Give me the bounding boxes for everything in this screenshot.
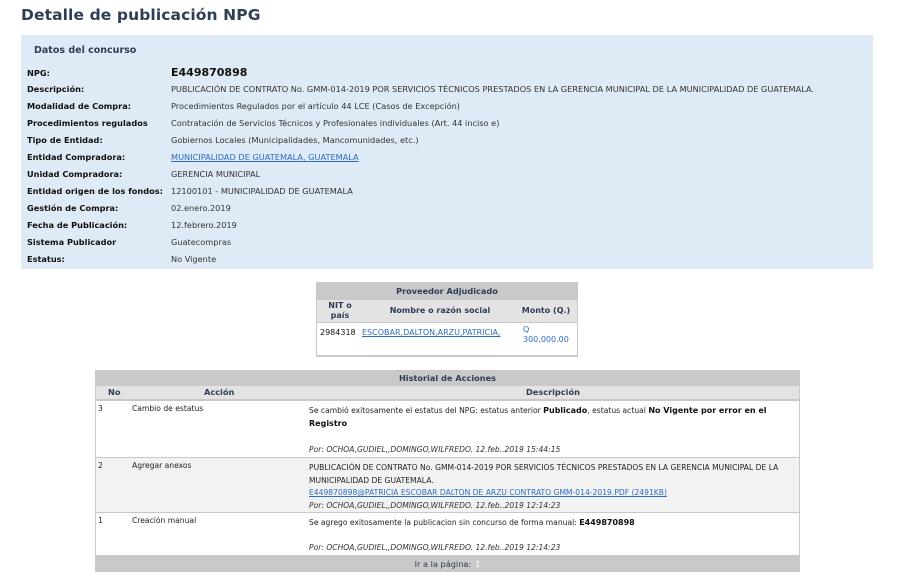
- table-row: 2 Agregar anexos PUBLICACIÓN DE CONTRATO…: [96, 458, 799, 512]
- header-descripcion: Descripción: [526, 387, 580, 397]
- field-fecha-publicacion: Fecha de Publicación: 12.febrero.2019: [27, 220, 867, 234]
- header-nombre: Nombre o razón social: [389, 306, 491, 315]
- pagination-footer: Ir a la página: 1: [96, 557, 799, 571]
- field-label: NPG:: [27, 68, 50, 78]
- row-no: 1: [98, 516, 103, 525]
- field-gestion-compra: Gestión de Compra: 02.enero.2019: [27, 203, 867, 217]
- field-label: Sistema Publicador: [27, 237, 117, 247]
- row-no: 3: [98, 404, 103, 413]
- desc-text: Se agrego exitosamente la publicacion si…: [309, 518, 580, 527]
- page-link-1[interactable]: 1: [475, 559, 480, 569]
- desc-text: , estatus actual: [587, 406, 649, 415]
- field-value: MUNICIPALIDAD DE GUATEMALA, GUATEMALA: [171, 152, 359, 162]
- nit-cell: 2984318: [320, 328, 356, 337]
- row-por: Por: OCHOA,GUDIEL,,DOMINGO,WILFREDO. 12.…: [309, 445, 561, 454]
- field-label: Descripción:: [27, 84, 85, 94]
- table-row: 2984318 ESCOBAR,DALTON,ARZU,PATRICIA, Q …: [317, 323, 577, 355]
- datos-concurso-panel: Datos del concurso NPG: E449870898 Descr…: [21, 35, 873, 269]
- row-por: Por: OCHOA,GUDIEL,,DOMINGO,WILFREDO. 12.…: [309, 501, 561, 510]
- field-label: Entidad origen de los fondos:: [27, 186, 163, 196]
- estatus-value: No Vigente: [171, 254, 217, 264]
- header-accion: Acción: [204, 387, 235, 397]
- field-value: Procedimientos Regulados por el artículo…: [171, 101, 460, 111]
- proveedor-title: Proveedor Adjudicado: [317, 283, 577, 299]
- desc-bold: E449870898: [579, 518, 635, 527]
- row-descripcion: Se agrego exitosamente la publicacion si…: [309, 516, 789, 529]
- field-label: Procedimientos regulados: [27, 118, 148, 128]
- desc-bold: Publicado: [543, 406, 588, 415]
- header-nit: NIT o país: [328, 301, 352, 320]
- proveedor-link[interactable]: ESCOBAR,DALTON,ARZU,PATRICIA,: [362, 328, 500, 337]
- row-accion: Creación manual: [132, 516, 197, 525]
- field-value: GERENCIA MUNICIPAL: [171, 169, 261, 179]
- pagination-label: Ir a la página:: [414, 559, 472, 569]
- historial-header-row: No Acción Descripción: [96, 386, 799, 399]
- field-label: Estatus:: [27, 254, 65, 264]
- header-monto: Monto (Q.): [521, 306, 571, 315]
- field-value: 12.febrero.2019: [171, 220, 237, 230]
- row-no: 2: [98, 461, 103, 470]
- field-value: 02.enero.2019: [171, 203, 231, 213]
- field-procedimientos: Procedimientos regulados Contratación de…: [27, 118, 867, 132]
- row-accion: Cambio de estatus: [132, 404, 204, 413]
- page-title: Detalle de publicación NPG: [21, 6, 261, 24]
- table-row: 3 Cambio de estatus Se cambió exitosamen…: [96, 401, 799, 457]
- field-label: Unidad Compradora:: [27, 169, 123, 179]
- header-no: No: [108, 387, 121, 397]
- table-row: 1 Creación manual Se agrego exitosamente…: [96, 513, 799, 555]
- field-tipo-entidad: Tipo de Entidad: Gobiernos Locales (Muni…: [27, 135, 867, 149]
- row-descripcion: PUBLICACIÓN DE CONTRATO No. GMM-014-2019…: [309, 463, 779, 485]
- field-label: Gestión de Compra:: [27, 203, 119, 213]
- anexo-link[interactable]: E449870898@PATRICIA ESCOBAR DALTON DE AR…: [309, 488, 667, 497]
- field-label: Entidad Compradora:: [27, 152, 126, 162]
- field-estatus: Estatus: No Vigente: [27, 254, 867, 268]
- field-value: Gobiernos Locales (Municipalidades, Manc…: [171, 135, 419, 145]
- npg-value: E449870898: [171, 66, 248, 79]
- historial-title: Historial de Acciones: [398, 373, 497, 383]
- field-label: Fecha de Publicación:: [27, 220, 128, 230]
- historial-acciones-table: Historial de Acciones No Acción Descripc…: [95, 370, 800, 572]
- row-accion: Agregar anexos: [132, 461, 192, 470]
- field-npg: NPG: E449870898: [27, 66, 867, 82]
- field-label: Modalidad de Compra:: [27, 101, 131, 111]
- field-modalidad: Modalidad de Compra: Procedimientos Regu…: [27, 101, 867, 115]
- field-value: 12100101 - MUNICIPALIDAD DE GUATEMALA: [171, 186, 353, 196]
- field-label: Tipo de Entidad:: [27, 135, 103, 145]
- field-value: Guatecompras: [171, 237, 232, 247]
- field-sistema-publicador: Sistema Publicador Guatecompras: [27, 237, 867, 251]
- entidad-compradora-link[interactable]: MUNICIPALIDAD DE GUATEMALA, GUATEMALA: [171, 152, 359, 162]
- field-entidad-origen: Entidad origen de los fondos: 12100101 -…: [27, 186, 867, 200]
- field-unidad-compradora: Unidad Compradora: GERENCIA MUNICIPAL: [27, 169, 867, 183]
- field-entidad-compradora: Entidad Compradora: MUNICIPALIDAD DE GUA…: [27, 152, 867, 166]
- row-por: Por: OCHOA,GUDIEL,,DOMINGO,WILFREDO. 12.…: [309, 543, 561, 552]
- field-value: Contratación de Servicios Técnicos y Pro…: [171, 118, 500, 128]
- datos-concurso-header: Datos del concurso: [34, 45, 137, 56]
- row-descripcion: Se cambió exitosamente el estatus del NP…: [309, 404, 789, 430]
- proveedor-header-row: NIT o país Nombre o razón social Monto (…: [317, 300, 577, 322]
- proveedor-adjudicado-table: Proveedor Adjudicado NIT o país Nombre o…: [316, 282, 578, 357]
- field-descripcion: Descripción: PUBLICACIÓN DE CONTRATO No.…: [27, 84, 867, 98]
- monto-cell: Q 300,000.00: [523, 325, 569, 344]
- desc-text: Se cambió exitosamente el estatus del NP…: [309, 406, 544, 415]
- field-value: PUBLICACIÓN DE CONTRATO No. GMM-014-2019…: [171, 84, 815, 94]
